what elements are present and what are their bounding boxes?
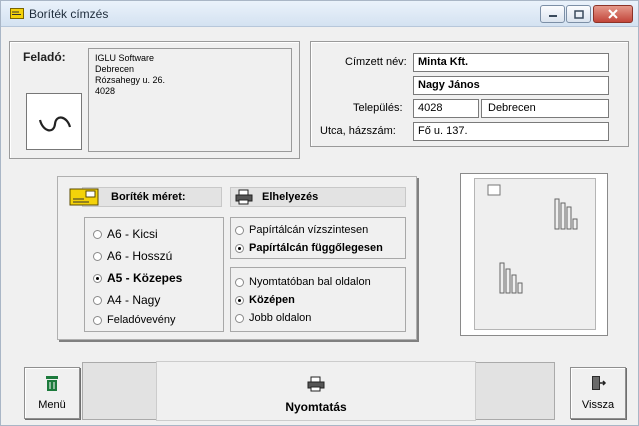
placement-header: Elhelyezés: [230, 187, 406, 207]
orientation-vertical[interactable]: Papírtálcán függőlegesen: [235, 242, 383, 254]
sender-line: 4028: [95, 86, 116, 96]
size-option-a4-large[interactable]: A4 - Nagy: [93, 293, 160, 307]
radio-selected-icon: [235, 243, 244, 253]
size-option-a6-long[interactable]: A6 - Hosszú: [93, 249, 172, 263]
orientation-horizontal[interactable]: Papírtálcán vízszintesen: [235, 224, 368, 236]
back-button[interactable]: Vissza: [570, 367, 626, 419]
settings-panel: Boríték méret: Elhelyezés A6 - Kicsi A6 …: [57, 176, 417, 340]
print-button-label: Nyomtatás: [285, 400, 347, 414]
trash-bin-icon: [46, 376, 58, 391]
minimize-button[interactable]: [540, 5, 565, 23]
sender-label: Feladó:: [23, 50, 66, 64]
size-option-label: A6 - Kicsi: [107, 227, 158, 241]
size-option-label: A5 - Közepes: [107, 271, 183, 285]
envelope-size-header: Boríték méret:: [69, 187, 222, 207]
envelope-preview-sheet: [474, 178, 596, 330]
position-label: Jobb oldalon: [249, 312, 312, 324]
size-option-a6-small[interactable]: A6 - Kicsi: [93, 227, 158, 241]
position-label: Nyomtatóban bal oldalon: [249, 276, 371, 288]
radio-icon: [235, 313, 244, 323]
exit-door-icon: [592, 376, 607, 390]
radio-icon: [93, 295, 102, 305]
sender-logo[interactable]: [26, 93, 82, 150]
position-group: Nyomtatóban bal oldalon Középen Jobb old…: [230, 267, 406, 332]
tilde-logo-icon: [38, 116, 72, 132]
recipient-name-field-2[interactable]: Nagy János: [413, 76, 609, 95]
street-field[interactable]: Fő u. 137.: [413, 122, 609, 141]
orientation-label: Papírtálcán vízszintesen: [249, 224, 369, 236]
sender-line: Rózsahegy u. 26.: [95, 75, 166, 85]
envelope-size-group: A6 - Kicsi A6 - Hosszú A5 - Közepes A4 -…: [84, 217, 224, 332]
city-label: Település:: [353, 102, 403, 114]
menu-button[interactable]: Menü: [24, 367, 80, 419]
envelope-icon: [69, 188, 99, 206]
position-left[interactable]: Nyomtatóban bal oldalon: [235, 276, 371, 288]
position-label: Középen: [249, 294, 295, 306]
radio-selected-icon: [235, 295, 244, 305]
size-option-label: A6 - Hosszú: [107, 249, 173, 263]
close-icon: [608, 9, 618, 19]
back-button-label: Vissza: [581, 399, 615, 411]
recipient-name-label: Címzett név:: [345, 56, 407, 68]
envelope-preview-drawing: [487, 184, 578, 294]
radio-icon: [93, 229, 102, 239]
app-window: Boríték címzés Feladó: IGLU Software Deb…: [0, 0, 639, 426]
orientation-label: Papírtálcán függőlegesen: [249, 242, 383, 254]
size-option-label: Feladóvevény: [107, 314, 176, 326]
position-center[interactable]: Középen: [235, 294, 295, 306]
zip-field[interactable]: 4028: [413, 99, 479, 118]
size-option-a5-medium[interactable]: A5 - Közepes: [93, 271, 182, 285]
street-label: Utca, házszám:: [320, 125, 396, 137]
sender-text-marks: [499, 262, 523, 294]
printer-icon: [235, 189, 253, 205]
envelope-size-title: Boríték méret:: [111, 191, 186, 203]
minimize-icon: [548, 15, 557, 17]
recipient-name-field-1[interactable]: Minta Kft.: [413, 53, 609, 72]
orientation-group: Papírtálcán vízszintesen Papírtálcán füg…: [230, 217, 406, 259]
size-option-label: A4 - Nagy: [107, 293, 161, 307]
menu-button-label: Menü: [38, 399, 66, 411]
radio-icon: [93, 315, 102, 325]
size-option-receipt[interactable]: Feladóvevény: [93, 314, 176, 326]
city-field[interactable]: Debrecen: [481, 99, 609, 118]
window-title: Boríték címzés: [29, 7, 109, 21]
position-right[interactable]: Jobb oldalon: [235, 312, 311, 324]
sender-line: Debrecen: [95, 64, 135, 74]
recipient-text-marks: [554, 198, 578, 230]
maximize-icon: [573, 9, 584, 19]
printer-icon: [307, 376, 325, 392]
print-button[interactable]: Nyomtatás: [156, 361, 476, 421]
sender-address: IGLU Software Debrecen Rózsahegy u. 26. …: [88, 48, 292, 152]
title-bar[interactable]: Boríték címzés: [1, 1, 638, 27]
radio-icon: [93, 251, 102, 261]
close-button[interactable]: [593, 5, 633, 23]
placement-title: Elhelyezés: [262, 191, 319, 203]
sender-line: IGLU Software: [95, 53, 155, 63]
stamp-placeholder: [487, 184, 501, 196]
radio-icon: [235, 225, 244, 235]
envelope-preview: [460, 173, 608, 336]
maximize-button[interactable]: [566, 5, 591, 23]
radio-icon: [235, 277, 244, 287]
radio-selected-icon: [93, 273, 102, 283]
envelope-icon: [10, 8, 24, 19]
